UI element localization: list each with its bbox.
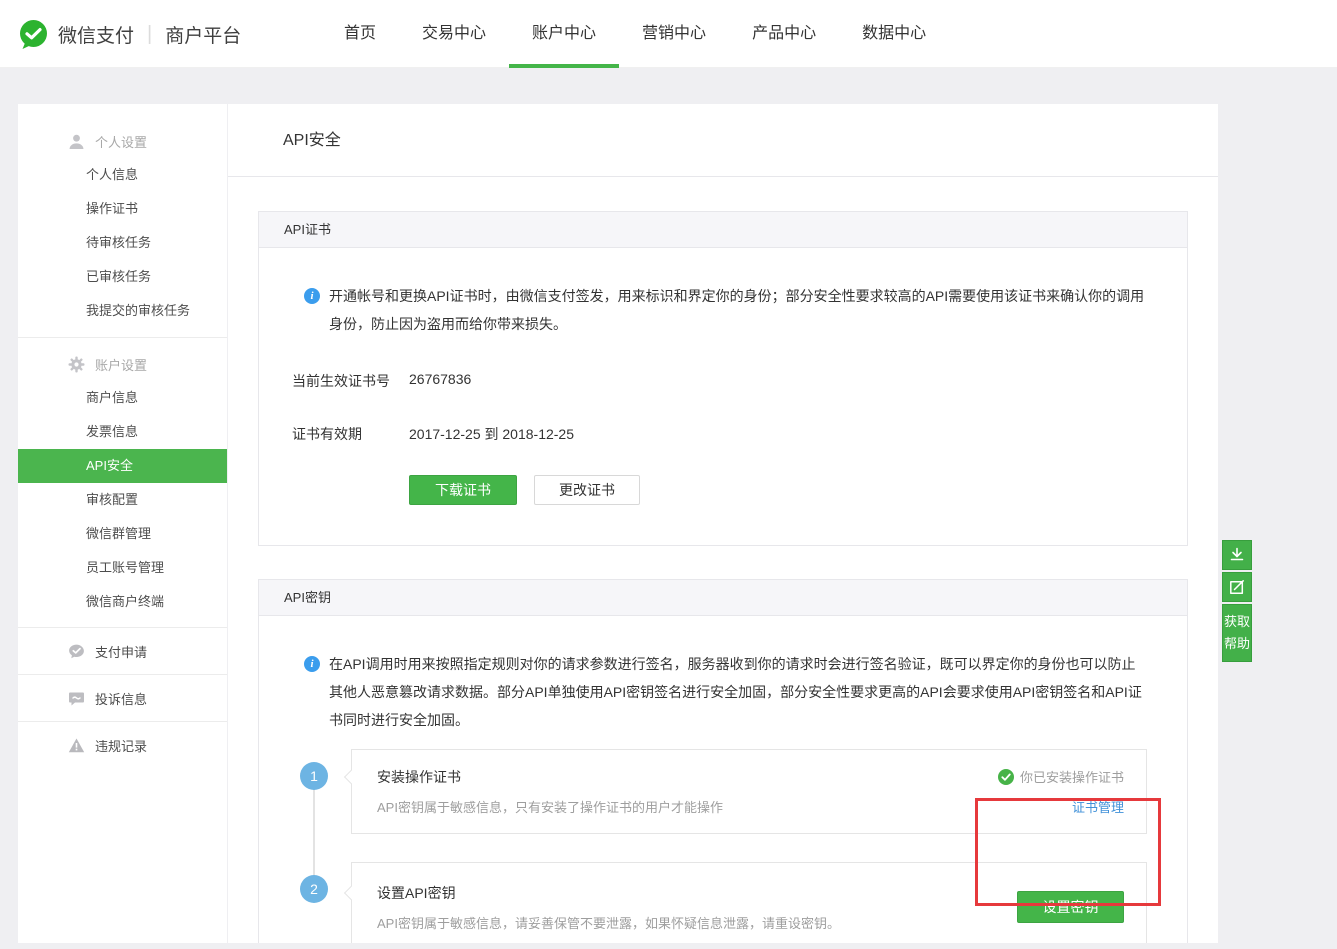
sidebar-item-my-submitted-tasks[interactable]: 我提交的审核任务 xyxy=(18,294,227,328)
sidebar-header-account: 账户设置 xyxy=(18,347,227,381)
wechat-pay-logo[interactable]: 微信支付 | 商户平台 xyxy=(18,0,241,68)
set-api-key-button[interactable]: 设置密钥 xyxy=(1017,891,1124,923)
step-status-block: 你已安装操作证书 证书管理 xyxy=(998,767,1124,816)
nav-item-account[interactable]: 账户中心 xyxy=(509,0,619,68)
sidebar-item-reviewed-tasks[interactable]: 已审核任务 xyxy=(18,260,227,294)
sidebar-item-wechat-group[interactable]: 微信群管理 xyxy=(18,517,227,551)
brand-separator: | xyxy=(147,23,152,46)
sidebar-section-account: 账户设置 商户信息 发票信息 API安全 审核配置 微信群管理 员工账号管理 微… xyxy=(18,347,227,619)
sidebar-header-personal: 个人设置 xyxy=(18,124,227,158)
api-certificate-card-header: API证书 xyxy=(259,212,1187,248)
api-key-info-row: i 在API调用时用来按照指定规则对你的请求参数进行签名，服务器收到你的请求时会… xyxy=(304,650,1147,734)
download-icon xyxy=(1228,546,1246,564)
sidebar-header-label: 个人设置 xyxy=(95,132,147,151)
api-key-steps: 1 安装操作证书 API密钥属于敏感信息，只有安装了操作证书的用户才能操作 xyxy=(292,749,1147,943)
sidebar-divider xyxy=(18,337,227,338)
sidebar-item-merchant-info[interactable]: 商户信息 xyxy=(18,381,227,415)
step-install-certificate-box: 安装操作证书 API密钥属于敏感信息，只有安装了操作证书的用户才能操作 xyxy=(351,749,1147,834)
step-set-api-key-box: 设置API密钥 API密钥属于敏感信息，请妥善保管不要泄露，如果怀疑信息泄露，请… xyxy=(351,862,1147,943)
wechat-pay-logo-icon xyxy=(18,19,49,50)
step-text-block: 设置API密钥 API密钥属于敏感信息，请妥善保管不要泄露，如果怀疑信息泄露，请… xyxy=(377,883,840,932)
step-text-block: 安装操作证书 API密钥属于敏感信息，只有安装了操作证书的用户才能操作 xyxy=(377,767,723,816)
sidebar-item-merchant-terminal[interactable]: 微信商户终端 xyxy=(18,585,227,619)
main-nav: 首页 交易中心 账户中心 营销中心 产品中心 数据中心 xyxy=(321,0,949,68)
step-title: 安装操作证书 xyxy=(377,767,723,787)
step-install-certificate: 1 安装操作证书 API密钥属于敏感信息，只有安装了操作证书的用户才能操作 xyxy=(292,749,1147,834)
sidebar-link-complaints[interactable]: 投诉信息 xyxy=(18,674,227,721)
step-box-notch xyxy=(344,886,358,900)
step-number-badge: 2 xyxy=(300,875,328,903)
api-key-card-body: i 在API调用时用来按照指定规则对你的请求参数进行签名，服务器收到你的请求时会… xyxy=(259,616,1187,943)
api-certificate-card-body: i 开通帐号和更换API证书时，由微信支付签发，用来标识和界定你的身份；部分安全… xyxy=(259,248,1187,545)
step-number-badge: 1 xyxy=(300,762,328,790)
sidebar-item-personal-info[interactable]: 个人信息 xyxy=(18,158,227,192)
edit-icon xyxy=(1228,578,1246,596)
certificate-info-text: 开通帐号和更换API证书时，由微信支付签发，用来标识和界定你的身份；部分安全性要… xyxy=(329,282,1147,338)
feedback-button[interactable] xyxy=(1222,572,1252,602)
nav-item-transactions[interactable]: 交易中心 xyxy=(399,0,509,68)
status-text: 你已安装操作证书 xyxy=(1020,767,1124,786)
certificate-number-row: 当前生效证书号 26767836 xyxy=(292,371,1147,391)
step-set-api-key: 2 设置API密钥 API密钥属于敏感信息，请妥善保管不要泄露，如果怀疑信息泄露… xyxy=(292,862,1147,943)
certificate-validity-row: 证书有效期 2017-12-25 到 2018-12-25 xyxy=(292,424,1147,444)
sidebar-link-label: 投诉信息 xyxy=(95,689,147,708)
sidebar-header-label: 账户设置 xyxy=(95,355,147,374)
page-title: API安全 xyxy=(228,104,1218,177)
download-certificate-button[interactable]: 下载证书 xyxy=(409,475,517,505)
gear-icon xyxy=(68,356,85,373)
main-panel: API安全 API证书 i 开通帐号和更换API证书时，由微信支付签发，用来标识… xyxy=(228,104,1218,943)
api-key-card: API密钥 i 在API调用时用来按照指定规则对你的请求参数进行签名，服务器收到… xyxy=(258,579,1188,943)
api-certificate-card: API证书 i 开通帐号和更换API证书时，由微信支付签发，用来标识和界定你的身… xyxy=(258,211,1188,546)
sidebar: 个人设置 个人信息 操作证书 待审核任务 已审核任务 我提交的审核任务 xyxy=(18,104,227,943)
certificate-management-link[interactable]: 证书管理 xyxy=(1072,797,1124,816)
step-description: API密钥属于敏感信息，只有安装了操作证书的用户才能操作 xyxy=(377,797,723,816)
nav-item-marketing[interactable]: 营销中心 xyxy=(619,0,729,68)
info-icon: i xyxy=(304,656,320,672)
brand-platform: 商户平台 xyxy=(165,21,241,48)
sidebar-item-staff-accounts[interactable]: 员工账号管理 xyxy=(18,551,227,585)
help-widget: 获取帮助 xyxy=(1222,540,1252,662)
info-icon: i xyxy=(304,288,320,304)
certificate-validity-value: 2017-12-25 到 2018-12-25 xyxy=(409,424,574,444)
user-icon xyxy=(68,133,85,150)
sidebar-link-label: 支付申请 xyxy=(95,642,147,661)
sidebar-item-pending-tasks[interactable]: 待审核任务 xyxy=(18,226,227,260)
step-description: API密钥属于敏感信息，请妥善保管不要泄露，如果怀疑信息泄露，请重设密钥。 xyxy=(377,913,840,932)
certificate-number-value: 26767836 xyxy=(409,371,471,391)
chat-check-icon xyxy=(68,643,85,660)
warning-icon xyxy=(68,737,85,754)
certificate-number-label: 当前生效证书号 xyxy=(292,371,409,391)
sidebar-item-invoice-info[interactable]: 发票信息 xyxy=(18,415,227,449)
chat-bubble-icon xyxy=(68,690,85,707)
certificate-validity-label: 证书有效期 xyxy=(292,424,409,444)
nav-item-home[interactable]: 首页 xyxy=(321,0,399,68)
check-circle-icon xyxy=(998,769,1014,785)
sidebar-item-operation-cert[interactable]: 操作证书 xyxy=(18,192,227,226)
page: 微信支付 | 商户平台 首页 交易中心 账户中心 营销中心 产品中心 数据中心 … xyxy=(0,0,1337,949)
certificate-buttons-row: 下载证书 更改证书 xyxy=(409,475,1147,505)
main-content: API证书 i 开通帐号和更换API证书时，由微信支付签发，用来标识和界定你的身… xyxy=(228,177,1218,943)
brand-product: 微信支付 xyxy=(58,21,134,48)
api-key-card-header: API密钥 xyxy=(259,580,1187,616)
sidebar-link-payment-application[interactable]: 支付申请 xyxy=(18,627,227,674)
change-certificate-button[interactable]: 更改证书 xyxy=(534,475,640,505)
sidebar-item-review-config[interactable]: 审核配置 xyxy=(18,483,227,517)
sidebar-link-violations[interactable]: 违规记录 xyxy=(18,721,227,768)
get-help-button[interactable]: 获取帮助 xyxy=(1222,604,1252,662)
nav-item-products[interactable]: 产品中心 xyxy=(729,0,839,68)
sidebar-link-label: 违规记录 xyxy=(95,736,147,755)
certificate-info-row: i 开通帐号和更换API证书时，由微信支付签发，用来标识和界定你的身份；部分安全… xyxy=(304,282,1147,338)
step-title: 设置API密钥 xyxy=(377,883,840,903)
certificate-installed-status: 你已安装操作证书 xyxy=(998,767,1124,786)
header: 微信支付 | 商户平台 首页 交易中心 账户中心 营销中心 产品中心 数据中心 xyxy=(0,0,1337,68)
step-box-notch xyxy=(344,770,358,784)
download-tool-button[interactable] xyxy=(1222,540,1252,570)
sidebar-item-api-security[interactable]: API安全 xyxy=(18,449,227,483)
nav-item-data[interactable]: 数据中心 xyxy=(839,0,949,68)
api-key-info-text: 在API调用时用来按照指定规则对你的请求参数进行签名，服务器收到你的请求时会进行… xyxy=(329,650,1147,734)
sidebar-section-personal: 个人设置 个人信息 操作证书 待审核任务 已审核任务 我提交的审核任务 xyxy=(18,104,227,328)
